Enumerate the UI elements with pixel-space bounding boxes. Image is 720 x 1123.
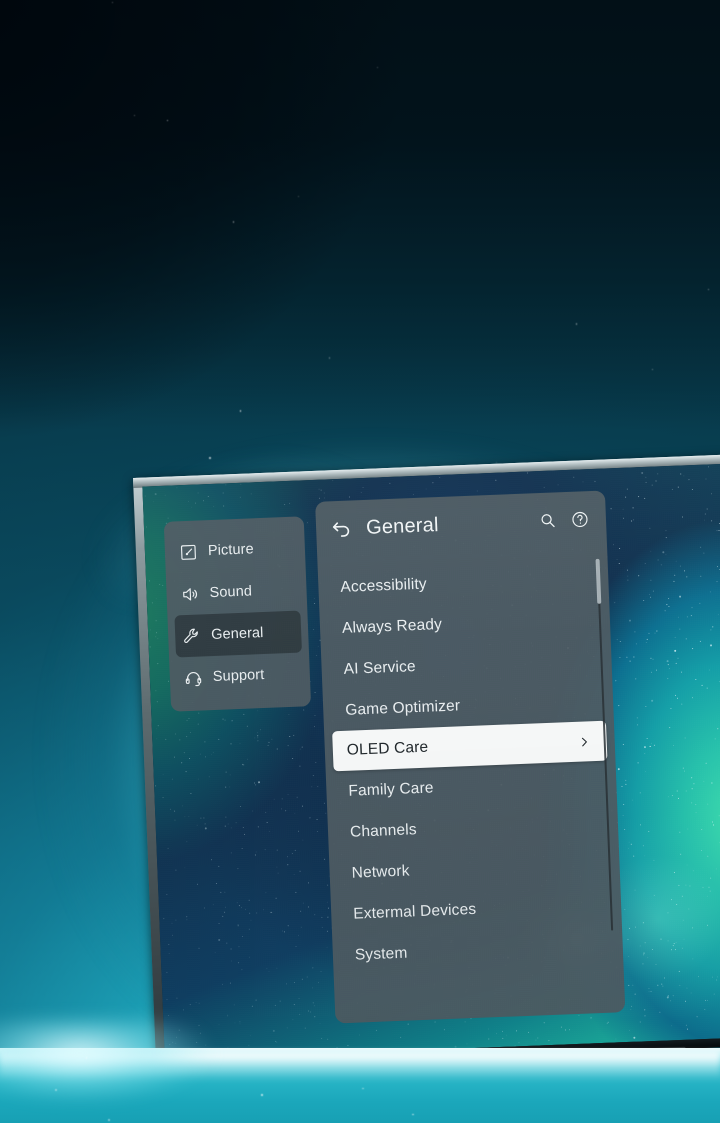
sidebar-item-general[interactable]: General <box>174 610 302 658</box>
menu-item-label: OLED Care <box>346 738 429 759</box>
menu-item-label: Family Care <box>348 778 434 800</box>
menu-item-label: System <box>354 944 408 964</box>
header-actions <box>538 509 591 531</box>
menu-item-label: Channels <box>349 820 418 841</box>
help-icon[interactable] <box>570 509 591 530</box>
settings-menu-list: Accessibility Always Ready AI Service Game … <box>317 546 623 976</box>
sidebar-item-support[interactable]: Support <box>176 653 304 700</box>
back-arrow-icon[interactable] <box>328 515 355 542</box>
sidebar-item-sound[interactable]: Sound <box>173 569 301 616</box>
screenshot-stage: Picture Sound General Support General Ac… <box>0 0 720 1123</box>
chevron-right-icon <box>577 735 591 749</box>
television: Picture Sound General Support General Ac… <box>133 454 720 1077</box>
settings-sidebar: Picture Sound General Support <box>163 516 312 712</box>
wrench-icon <box>182 626 202 646</box>
menu-item-label: Always Ready <box>341 615 443 637</box>
menu-item-label: AI Service <box>343 657 417 678</box>
menu-item-label: Game Optimizer <box>344 696 461 719</box>
menu-item-label: Network <box>351 861 410 882</box>
speaker-icon <box>180 584 200 604</box>
settings-overlay: Picture Sound General Support General Ac… <box>142 464 720 1060</box>
sidebar-item-label: Sound <box>209 583 253 602</box>
headset-icon <box>184 668 204 688</box>
tv-screen: Picture Sound General Support General Ac… <box>142 463 720 1061</box>
sidebar-item-picture[interactable]: Picture <box>171 527 299 574</box>
sidebar-item-label: Picture <box>207 541 255 560</box>
floor-sparkles <box>0 1050 420 1122</box>
sidebar-item-label: General <box>210 625 264 644</box>
page-title: General <box>365 513 440 539</box>
search-icon[interactable] <box>538 510 559 531</box>
sidebar-item-label: Support <box>212 667 265 686</box>
menu-item-label: Extermal Devices <box>352 900 477 923</box>
settings-main-panel: General Accessibility Always Ready AI Se… <box>315 490 626 1024</box>
picture-icon <box>179 542 199 562</box>
menu-item-label: Accessibility <box>340 575 428 596</box>
